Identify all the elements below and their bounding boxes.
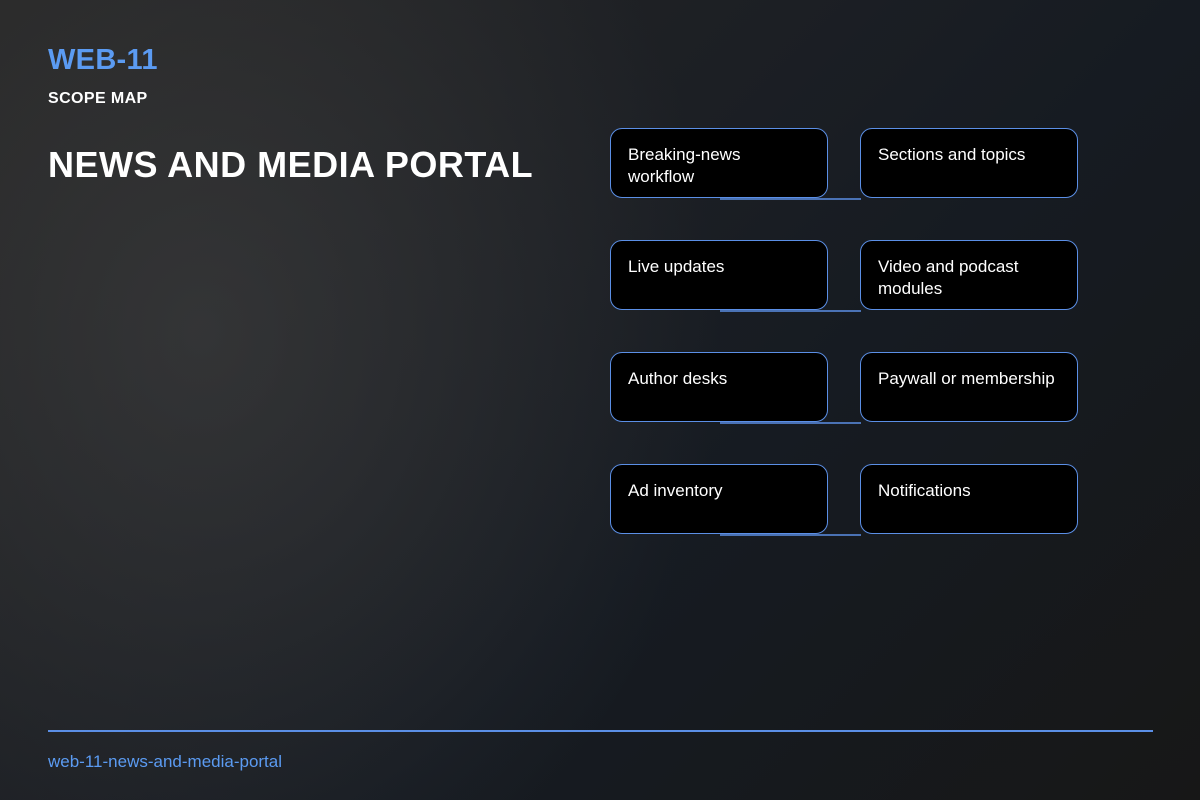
node-video-and-podcast-modules: Video and podcast modules	[860, 240, 1078, 310]
node-sections-and-topics: Sections and topics	[860, 128, 1078, 198]
footer-slug: web-11-news-and-media-portal	[48, 752, 283, 771]
node-notifications: Notifications	[860, 464, 1078, 534]
node-paywall-or-membership: Paywall or membership	[860, 352, 1078, 422]
node-author-desks: Author desks	[610, 352, 828, 422]
node-breaking-news-workflow: Breaking-news workflow	[610, 128, 828, 198]
node-live-updates: Live updates	[610, 240, 828, 310]
node-ad-inventory: Ad inventory	[610, 464, 828, 534]
footer-divider	[48, 730, 1153, 732]
project-code: WEB-11	[48, 44, 158, 76]
page-title: NEWS AND MEDIA PORTAL	[48, 144, 534, 185]
page-subtitle: SCOPE MAP	[48, 90, 148, 107]
